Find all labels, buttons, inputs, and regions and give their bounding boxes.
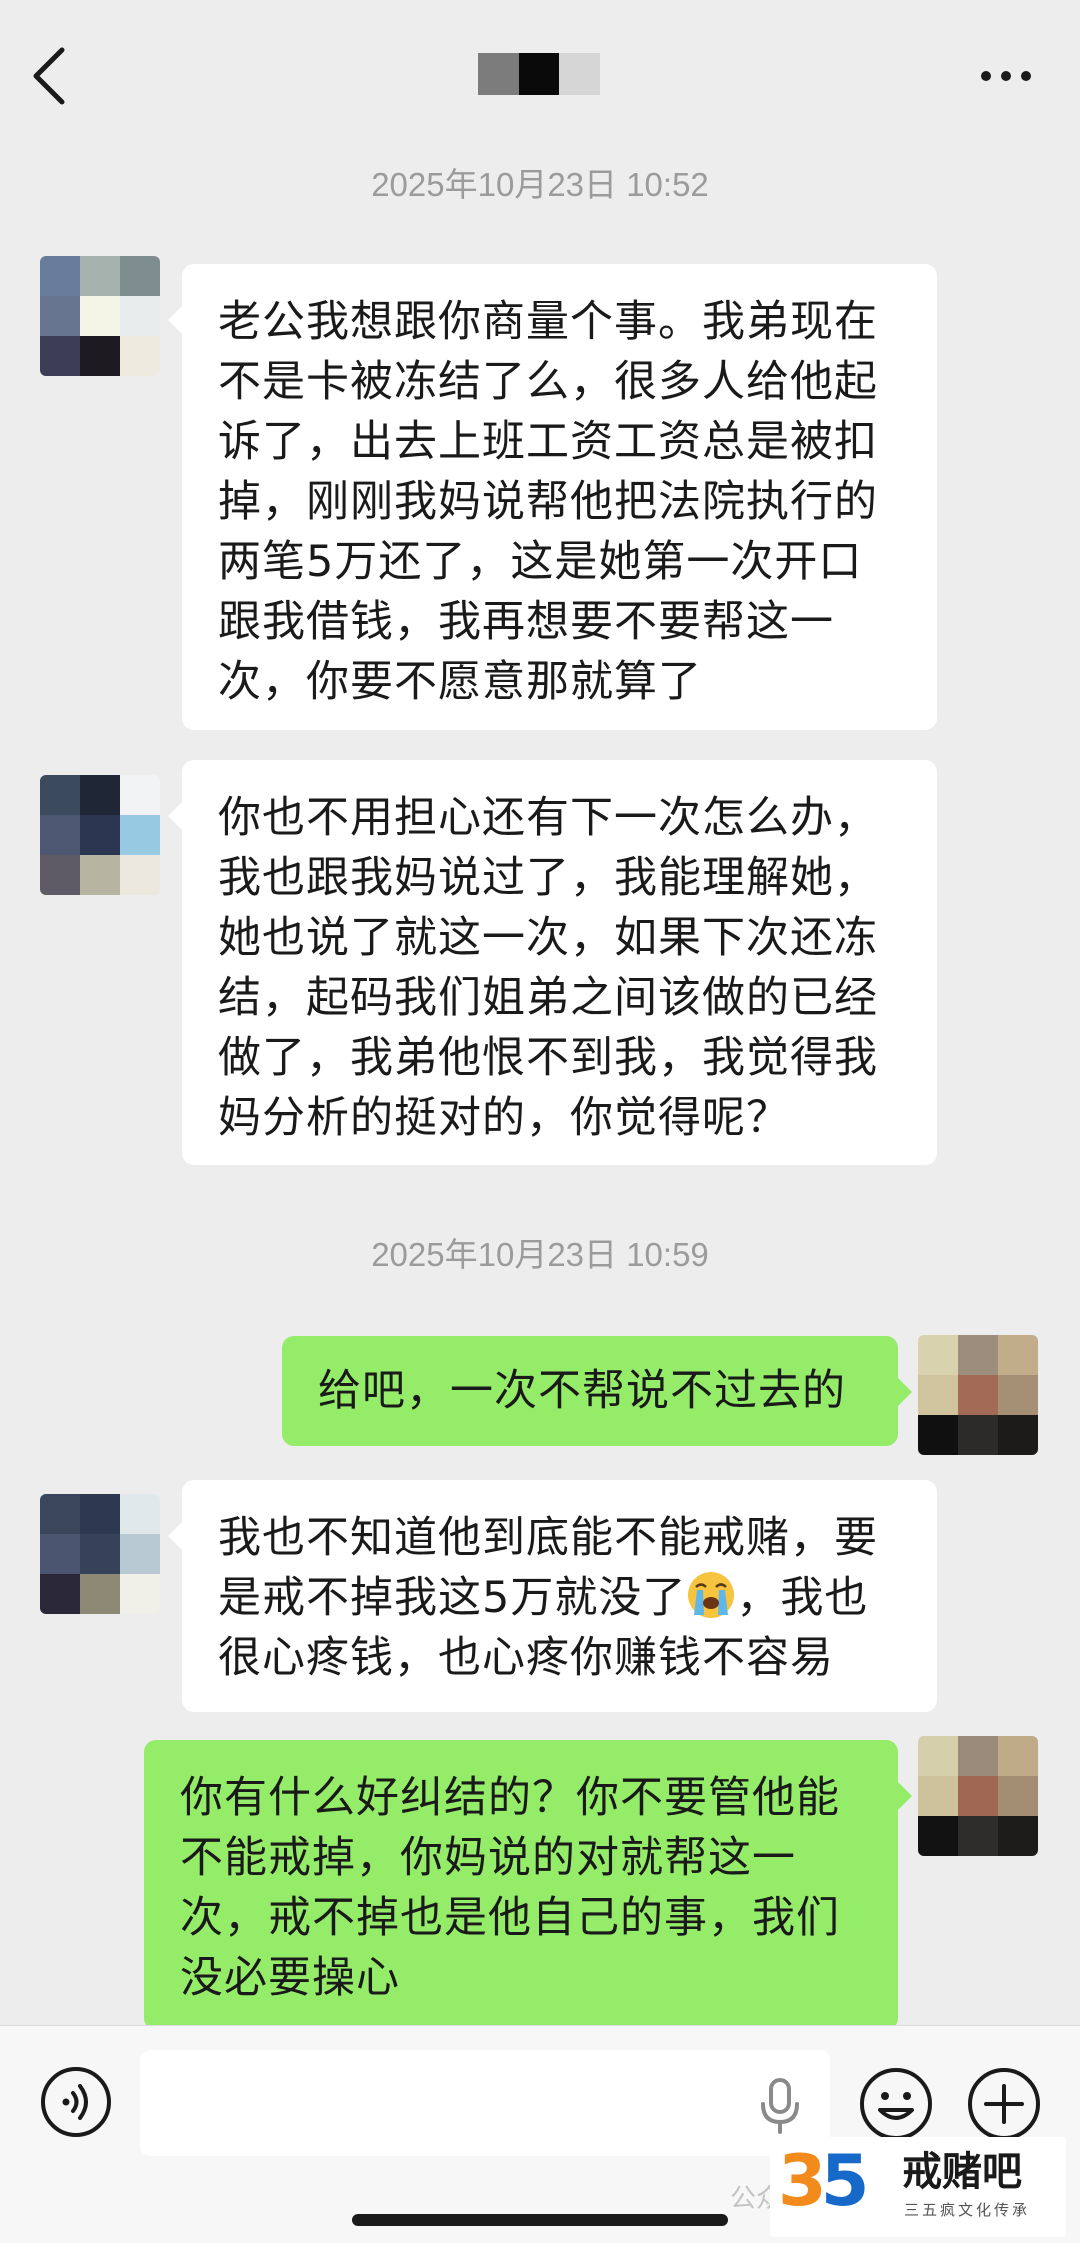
message-line: 两笔5万还了，这是她第一次开口 xyxy=(218,537,863,587)
message-bubble-incoming[interactable]: 我也不知道他到底能不能戒赌，要 是戒不掉我这5万就没了 ，我也 很心疼钱，也心疼… xyxy=(168,1480,937,1712)
plus-circle-icon[interactable] xyxy=(966,2066,1042,2142)
message-text: ，我也 xyxy=(736,1573,869,1623)
message-line: 结，起码我们姐弟之间该做的已经 xyxy=(218,973,878,1023)
message-line: 妈分析的挺对的，你觉得呢？ xyxy=(218,1093,790,1143)
contact-avatar[interactable] xyxy=(40,1494,160,1614)
message-line-with-emoji: 是戒不掉我这5万就没了 ，我也 xyxy=(218,1568,901,1628)
message-line: 不能戒掉，你妈说的对就帮这一 xyxy=(180,1833,796,1883)
message-line: 你也不用担心还有下一次怎么办， xyxy=(218,793,878,843)
message-input[interactable] xyxy=(140,2050,830,2156)
voice-wave-icon[interactable] xyxy=(40,2066,112,2138)
message-line: 我也跟我妈说过了，我能理解她， xyxy=(218,853,878,903)
watermark-title: 戒赌吧 xyxy=(902,2149,1022,2195)
mosaic-block xyxy=(478,53,519,95)
chevron-left-icon[interactable] xyxy=(22,40,78,112)
message-bubble-incoming[interactable]: 老公我想跟你商量个事。我弟现在 不是卡被冻结了么，很多人给他起 诉了，出去上班工… xyxy=(168,264,937,730)
message-timestamp: 2025年10月23日 10:52 xyxy=(371,166,709,203)
message-bubble-outgoing[interactable]: 给吧，一次不帮说不过去的 xyxy=(282,1336,912,1446)
message-line: 次，你要不愿意那就算了 xyxy=(218,657,702,707)
message-bubble-incoming[interactable]: 你也不用担心还有下一次怎么办， 我也跟我妈说过了，我能理解她， 她也说了就这一次… xyxy=(168,760,937,1165)
contact-avatar[interactable] xyxy=(40,256,160,376)
message-line: 掉，刚刚我妈说帮他把法院执行的 xyxy=(218,477,878,527)
message-line: 做了，我弟他恨不到我，我觉得我 xyxy=(218,1033,878,1083)
message-line: 很心疼钱，也心疼你赚钱不容易 xyxy=(218,1633,834,1683)
message-text: 是戒不掉我这5万就没了 xyxy=(218,1573,687,1623)
message-line: 跟我借钱，我再想要不要帮这一 xyxy=(218,597,834,647)
contact-avatar[interactable] xyxy=(40,775,160,895)
chat-header xyxy=(0,0,1080,150)
microphone-icon[interactable] xyxy=(755,2076,805,2136)
smiley-icon[interactable] xyxy=(858,2066,934,2142)
watermark-logo: 35 戒赌吧 三五疯文化传承 xyxy=(770,2137,1066,2237)
message-timestamp: 2025年10月23日 10:59 xyxy=(371,1236,709,1273)
watermark-number: 35 xyxy=(778,2140,869,2222)
message-line: 给吧，一次不帮说不过去的 xyxy=(318,1366,846,1416)
message-line: 没必要操心 xyxy=(180,1953,400,2003)
message-line: 我也不知道他到底能不能戒赌，要 xyxy=(218,1513,878,1563)
watermark-subtitle: 三五疯文化传承 xyxy=(904,2201,1031,2219)
message-line: 不是卡被冻结了么，很多人给他起 xyxy=(218,357,878,407)
message-line: 老公我想跟你商量个事。我弟现在 xyxy=(218,297,878,347)
message-line: 诉了，出去上班工资工资总是被扣 xyxy=(218,417,878,467)
message-line: 她也说了就这一次，如果下次还冻 xyxy=(218,913,878,963)
home-indicator[interactable] xyxy=(352,2214,728,2226)
my-avatar[interactable] xyxy=(918,1736,1038,1856)
loudly-crying-face-icon xyxy=(688,1572,735,1618)
more-dots-icon[interactable] xyxy=(976,56,1036,96)
mosaic-block xyxy=(518,53,560,95)
message-line: 你有什么好纠结的？你不要管他能 xyxy=(180,1773,840,1823)
message-bubble-outgoing[interactable]: 你有什么好纠结的？你不要管他能 不能戒掉，你妈说的对就帮这一 次，戒不掉也是他自… xyxy=(144,1740,912,2030)
mosaic-block xyxy=(559,53,601,95)
contact-name-mosaic[interactable] xyxy=(478,53,601,95)
message-line: 次，戒不掉也是他自己的事，我们 xyxy=(180,1893,840,1943)
my-avatar[interactable] xyxy=(918,1335,1038,1455)
